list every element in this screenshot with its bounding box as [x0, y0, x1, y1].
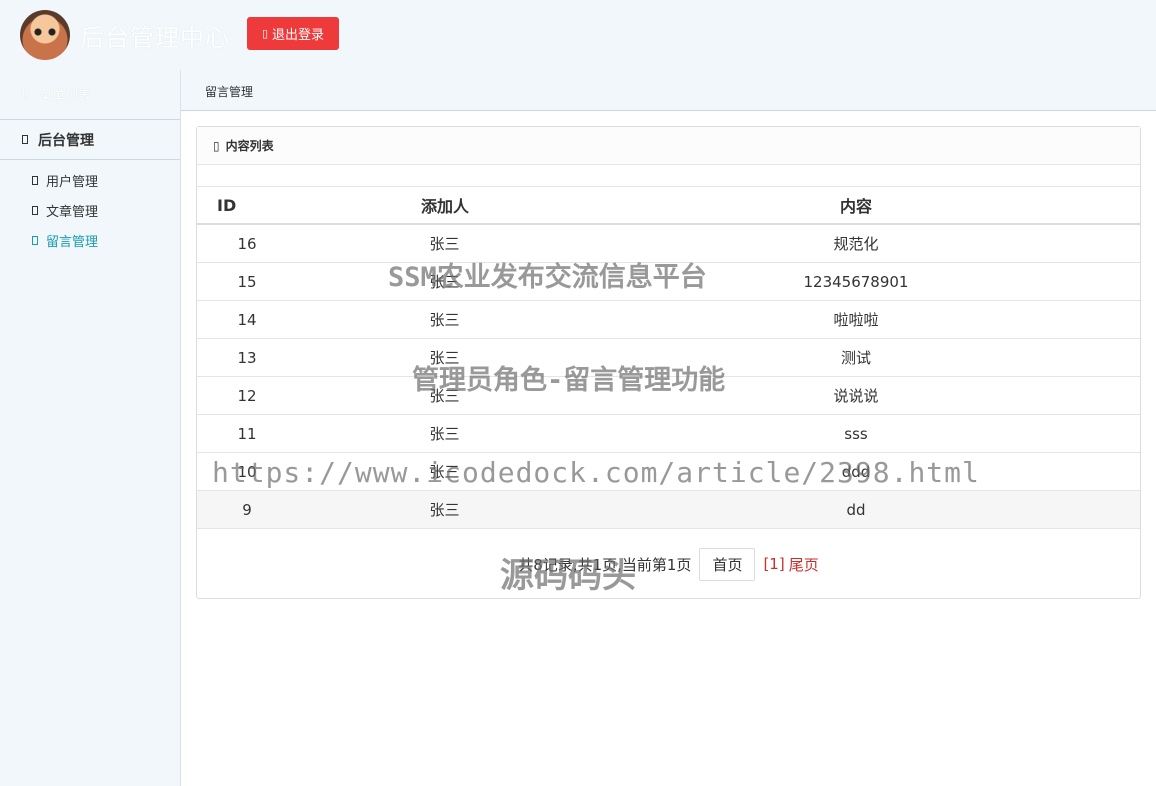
column-header-user: 添加人: [421, 197, 470, 216]
logout-label: 退出登录: [272, 28, 325, 43]
table-row: 10 张三 ddd: [197, 453, 1140, 491]
cell-content: 啦啦啦: [833, 311, 879, 329]
pager-summary: 共8记录,共1页,当前第1页: [518, 555, 692, 574]
cell-user: 张三: [429, 311, 460, 329]
cell-id: 13: [237, 348, 257, 367]
table-row: 9 张三 dd: [197, 491, 1140, 529]
menu-item-icon: [32, 175, 38, 185]
menu-icon: ▯: [22, 87, 30, 102]
cell-user: 张三: [429, 235, 460, 253]
cell-id: 10: [237, 462, 257, 481]
cell-content: 规范化: [833, 235, 879, 253]
pagination: 共8记录,共1页,当前第1页 首页 [1] 尾页: [197, 547, 1140, 581]
list-icon: ▯: [213, 138, 220, 153]
table-header-row: ID 添加人 内容: [197, 186, 1140, 225]
cell-id: 14: [237, 310, 257, 329]
cell-id: 9: [242, 500, 252, 519]
logout-icon: ▯: [261, 27, 269, 40]
panel-header: ▯ 内容列表: [197, 127, 1140, 165]
menu-list-header: ▯ 菜单列表: [0, 70, 180, 120]
panel-title: 内容列表: [225, 139, 274, 153]
sidebar-group-label: 后台管理: [38, 132, 94, 149]
menu-item-icon: [32, 235, 38, 245]
sidebar-item-messages[interactable]: 留言管理: [0, 225, 180, 255]
table-row: 14 张三 啦啦啦: [197, 301, 1140, 339]
cell-user: 张三: [429, 387, 460, 405]
column-header-id: ID: [217, 195, 237, 215]
cell-user: 张三: [429, 463, 460, 481]
cell-content: dd: [846, 500, 866, 519]
breadcrumb: 留言管理: [205, 85, 254, 99]
table-row: 16 张三 规范化: [197, 225, 1140, 263]
sidebar-group-admin[interactable]: 后台管理: [0, 120, 180, 160]
menu-list-title: 菜单列表: [39, 89, 92, 104]
last-page-link[interactable]: 尾页: [789, 554, 819, 575]
column-header-content: 内容: [839, 197, 872, 216]
cell-content: 12345678901: [803, 272, 909, 291]
logout-button[interactable]: ▯ 退出登录: [247, 17, 339, 50]
sidebar-item-users[interactable]: 用户管理: [0, 165, 180, 195]
sidebar: ▯ 菜单列表 后台管理 用户管理 文章管理 留言管理: [0, 70, 181, 786]
cell-user: 张三: [429, 349, 460, 367]
avatar: [20, 10, 70, 60]
menu-item-icon: [32, 205, 38, 215]
sidebar-item-label: 文章管理: [46, 204, 99, 220]
cell-content: 测试: [840, 349, 871, 367]
table-row: 12 张三 说说说: [197, 377, 1140, 415]
app-title: 后台管理中心: [80, 24, 230, 52]
table-row: 15 张三 12345678901: [197, 263, 1140, 301]
sidebar-item-label: 留言管理: [46, 234, 99, 250]
breadcrumb-bar: 留言管理: [181, 70, 1156, 111]
cell-id: 12: [237, 386, 257, 405]
current-page-link[interactable]: [1]: [763, 555, 784, 573]
content-panel: ▯ 内容列表 ID 添加人 内容 16 张三 规范化 15 张三 12345678901 1…: [196, 126, 1141, 599]
sidebar-item-articles[interactable]: 文章管理: [0, 195, 180, 225]
cell-user: 张三: [429, 273, 460, 291]
cell-user: 张三: [429, 501, 460, 519]
cell-id: 16: [237, 234, 257, 253]
cell-content: sss: [844, 424, 868, 443]
cell-id: 15: [237, 272, 257, 291]
table-row: 11 张三 sss: [197, 415, 1140, 453]
sidebar-item-label: 用户管理: [46, 174, 99, 190]
cell-content: ddd: [841, 462, 871, 481]
group-icon: [22, 135, 28, 144]
cell-user: 张三: [429, 425, 460, 443]
cell-content: 说说说: [833, 387, 879, 405]
table-row: 13 张三 测试: [197, 339, 1140, 377]
cell-id: 11: [237, 424, 257, 443]
first-page-button[interactable]: 首页: [699, 547, 756, 581]
top-header: 后台管理中心 ▯ 退出登录: [0, 0, 1156, 70]
message-table: ID 添加人 内容 16 张三 规范化 15 张三 12345678901 14 张三 啦啦啦 1…: [197, 186, 1140, 529]
